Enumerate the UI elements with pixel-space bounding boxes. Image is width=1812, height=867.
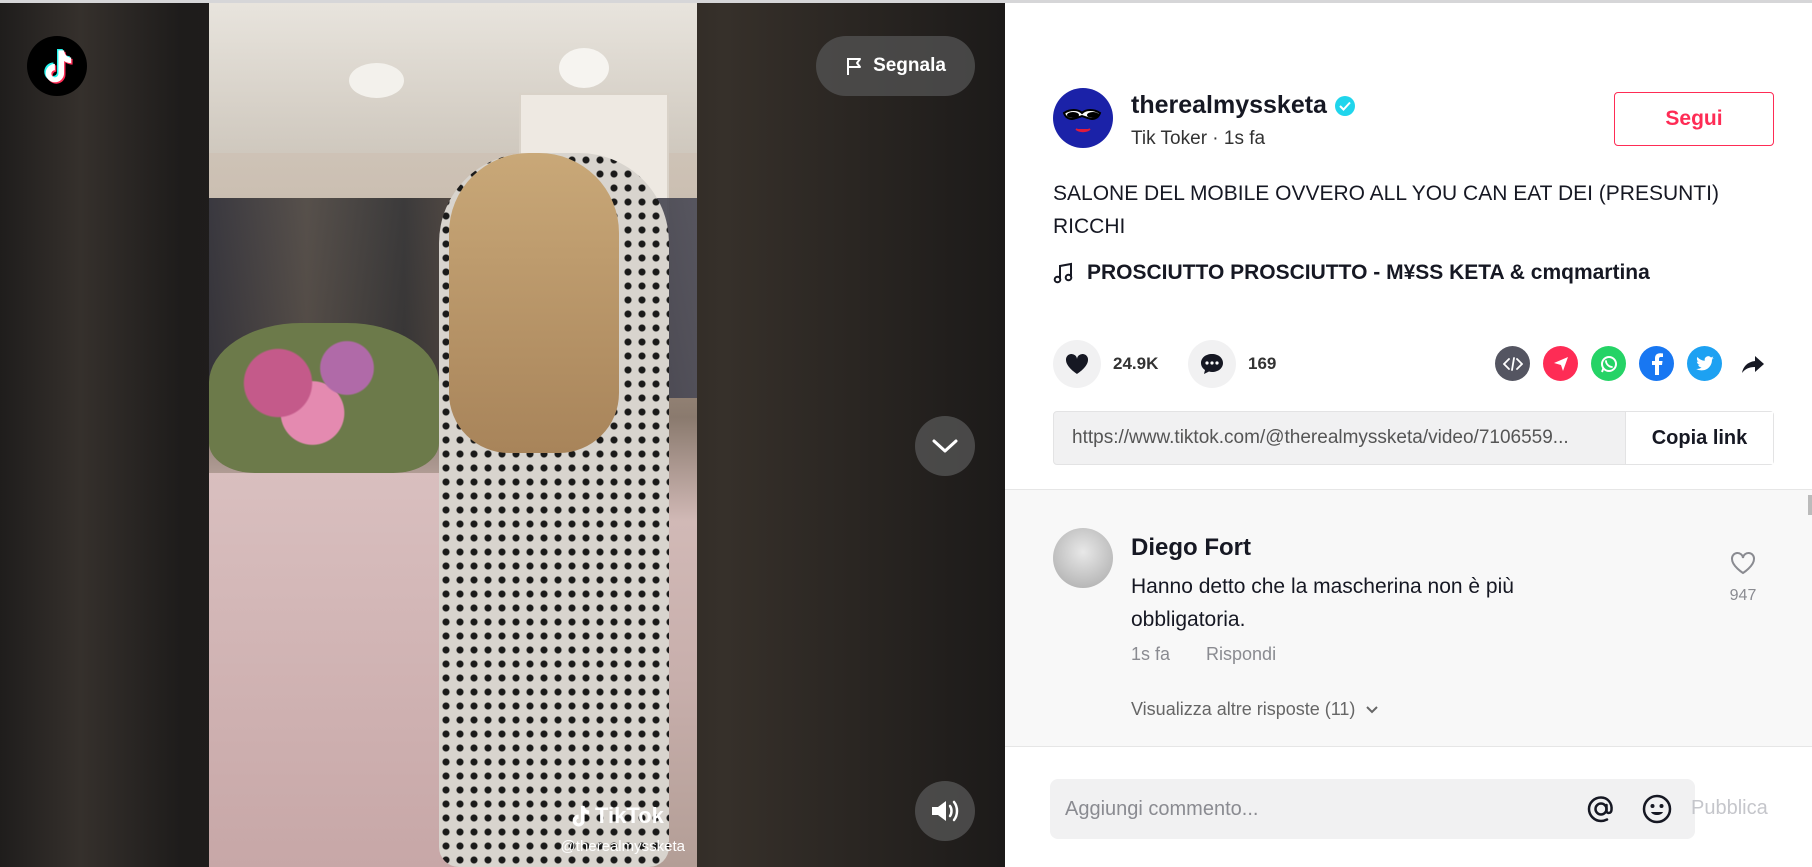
like-count: 24.9K xyxy=(1113,354,1159,373)
volume-button[interactable] xyxy=(915,781,975,841)
sunglasses-avatar-icon xyxy=(1062,109,1102,133)
chevron-down-icon xyxy=(1366,706,1379,714)
emoji-icon[interactable] xyxy=(1639,791,1675,827)
comment-count: 169 xyxy=(1248,354,1277,373)
comment-like[interactable]: 947 xyxy=(1723,550,1763,605)
share-link-box: https://www.tiktok.com/@therealmyssketa/… xyxy=(1053,411,1774,465)
twitter-icon[interactable] xyxy=(1687,346,1722,381)
chevron-down-icon xyxy=(932,439,958,453)
comment-list: Diego Fort Hanno detto che la mascherina… xyxy=(1005,489,1812,747)
details-pane: therealmyssketa Tik Toker · 1s fa Segui … xyxy=(1005,3,1812,867)
report-button[interactable]: Segnala xyxy=(816,36,975,96)
comment-composer xyxy=(1050,779,1695,839)
video-scene-lamp xyxy=(559,48,609,88)
comment-bubble-icon[interactable] xyxy=(1188,340,1236,388)
comment-author-avatar[interactable] xyxy=(1053,528,1113,588)
author-avatar[interactable] xyxy=(1053,88,1113,148)
music-title: PROSCIUTTO PROSCIUTTO - M¥SS KETA & cmqm… xyxy=(1087,261,1650,284)
video-player[interactable]: TikTok @therealmyssketa xyxy=(209,3,697,867)
comment-action[interactable]: 169 xyxy=(1188,340,1276,388)
comment-time: 1s fa xyxy=(1131,644,1171,664)
follow-button[interactable]: Segui xyxy=(1614,92,1774,146)
volume-icon xyxy=(932,800,959,822)
publish-button[interactable]: Pubblica xyxy=(1691,797,1768,820)
video-scene-flowers xyxy=(209,323,439,473)
author-username[interactable]: therealmyssketa xyxy=(1131,91,1355,120)
video-scene-lamp xyxy=(349,63,404,98)
video-watermark: TikTok xyxy=(569,803,664,829)
comment-input[interactable] xyxy=(1050,797,1583,821)
heart-icon[interactable] xyxy=(1053,340,1101,388)
video-caption: SALONE DEL MOBILE OVVERO ALL YOU CAN EAT… xyxy=(1053,182,1719,238)
tiktok-logo-icon[interactable] xyxy=(27,36,87,96)
video-watermark-user: @therealmyssketa xyxy=(560,838,685,855)
tiktok-video-page: TikTok @therealmyssketa Segnala therealm… xyxy=(0,0,1812,867)
copy-link-button[interactable]: Copia link xyxy=(1625,412,1773,464)
flag-icon xyxy=(847,58,862,75)
like-action[interactable]: 24.9K xyxy=(1053,340,1158,388)
tiktok-note-icon xyxy=(572,805,590,827)
view-replies-button[interactable]: Visualizza altre risposte (11) xyxy=(1131,699,1379,720)
comment-author-name[interactable]: Diego Fort xyxy=(1131,534,1251,562)
facebook-icon[interactable] xyxy=(1639,346,1674,381)
share-link-text[interactable]: https://www.tiktok.com/@therealmyssketa/… xyxy=(1054,427,1625,449)
share-bar xyxy=(1495,346,1770,381)
share-arrow-icon[interactable] xyxy=(1735,346,1770,381)
scrollbar-thumb[interactable] xyxy=(1808,495,1812,515)
author-subtitle: Tik Toker · 1s fa xyxy=(1131,128,1266,149)
comment-text: Hanno detto che la mascherina non è più … xyxy=(1131,575,1514,631)
report-label: Segnala xyxy=(873,55,946,76)
music-note-icon xyxy=(1053,262,1073,284)
music-link[interactable]: PROSCIUTTO PROSCIUTTO - M¥SS KETA & cmqm… xyxy=(1053,261,1650,285)
next-video-button[interactable] xyxy=(915,416,975,476)
video-watermark-brand: TikTok xyxy=(595,803,664,828)
comment-meta: 1s fa Rispondi xyxy=(1131,644,1276,665)
embed-icon[interactable] xyxy=(1495,346,1530,381)
whatsapp-icon[interactable] xyxy=(1591,346,1626,381)
heart-outline-icon xyxy=(1731,552,1755,575)
video-pane: TikTok @therealmyssketa Segnala xyxy=(0,3,1005,867)
video-scene-hair xyxy=(449,153,619,453)
verified-badge-icon xyxy=(1334,95,1355,116)
comment-reply-button[interactable]: Rispondi xyxy=(1206,644,1276,665)
top-border xyxy=(0,0,1812,3)
comment-like-count: 947 xyxy=(1729,587,1757,604)
author-username-text: therealmyssketa xyxy=(1131,91,1327,119)
mention-icon[interactable] xyxy=(1583,791,1619,827)
send-icon[interactable] xyxy=(1543,346,1578,381)
view-replies-label: Visualizza altre risposte (11) xyxy=(1131,699,1356,719)
